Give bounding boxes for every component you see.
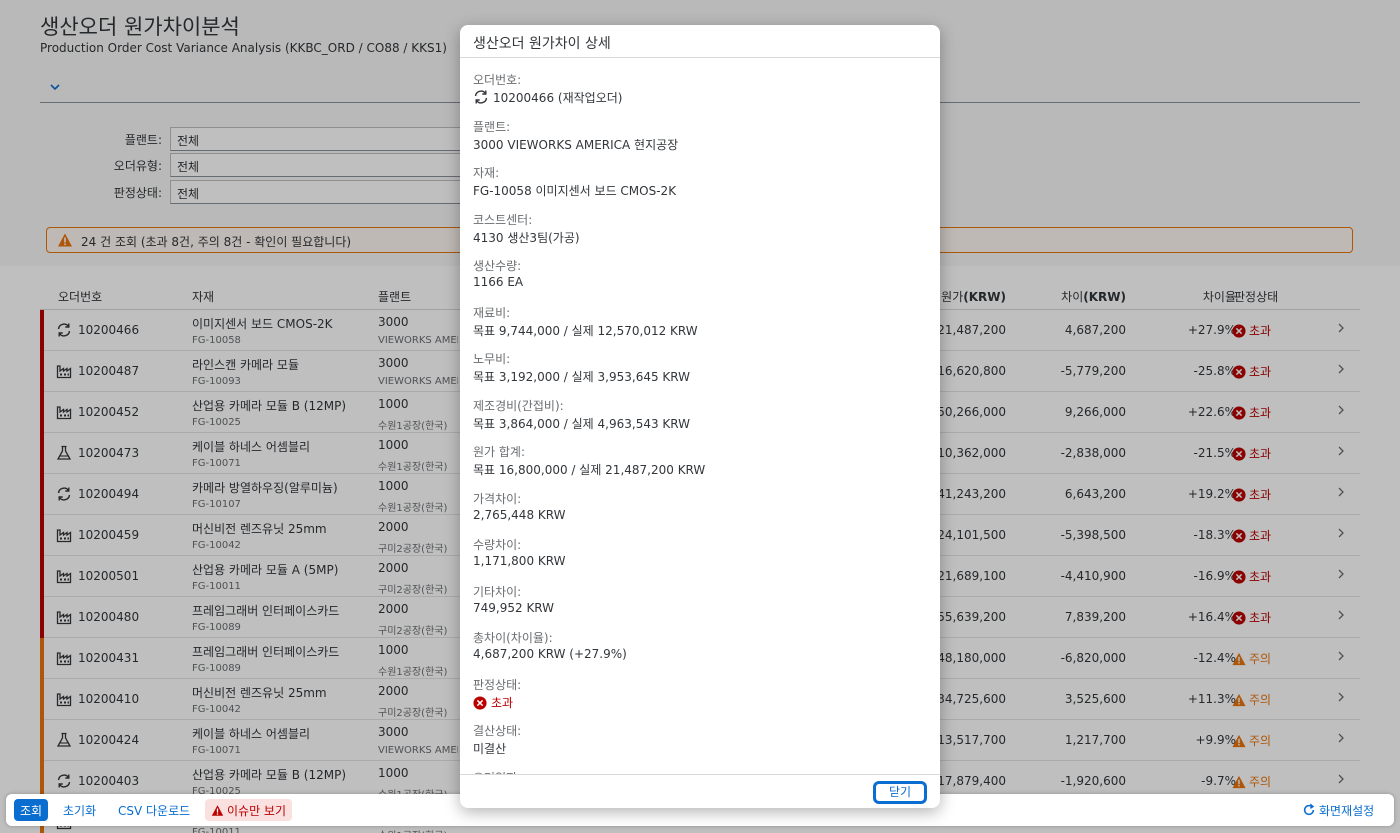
field-label: 원가 합계: xyxy=(473,445,526,459)
field-value-text: 4,687,200 KRW (+27.9%) xyxy=(473,647,627,661)
field-value: 1166 EA xyxy=(473,275,523,289)
field-value: 미결산 xyxy=(473,740,506,757)
dialog-title: 생산오더 원가차이 상세 xyxy=(473,36,611,52)
field-value-text: 10200466 (재작업오더) xyxy=(493,91,623,105)
field-value: 3000 VIEWORKS AMERICA 현지공장 xyxy=(473,136,678,153)
issues-only-button[interactable]: 이슈만 보기 xyxy=(205,799,293,821)
field-label: 플랜트: xyxy=(473,119,511,134)
field-value-text: 미결산 xyxy=(473,742,507,756)
field-value-text: 3000 VIEWORKS AMERICA 현지공장 xyxy=(473,137,679,152)
warning-icon xyxy=(211,805,224,816)
field-value-text: 목표 9,744,000 / 실제 12,570,012 KRW xyxy=(473,323,698,338)
field-value-text: 초과 xyxy=(491,695,514,710)
field-label: 결산상태: xyxy=(473,724,522,738)
error-icon xyxy=(473,695,491,710)
field-value: 4,687,200 KRW (+27.9%) xyxy=(473,647,627,661)
field-value-text: 4130 생산3팀(가공) xyxy=(473,230,580,245)
field-label: 자재: xyxy=(473,166,500,180)
field-value: 4130 생산3팀(가공) xyxy=(473,229,580,246)
close-button[interactable]: 닫기 xyxy=(875,783,925,802)
refresh-icon xyxy=(1303,803,1315,816)
field-label: 기타차이: xyxy=(473,584,522,599)
field-value: 목표 9,744,000 / 실제 12,570,012 KRW xyxy=(473,322,698,339)
reset-layout-label: 화면재설정 xyxy=(1319,804,1375,818)
dialog-content[interactable]: 오더번호: 10200466 (재작업오더) 플랜트: 3000 VIEWORKS A… xyxy=(460,58,940,774)
reset-layout-button[interactable]: 화면재설정 xyxy=(1296,799,1380,821)
csv-download-button[interactable]: CSV 다운로드 xyxy=(112,799,196,821)
field-label: 오더번호: xyxy=(473,73,522,87)
field-label: 제조경비(간접비): xyxy=(473,398,564,413)
field-value-text: 목표 16,800,000 / 실제 21,487,200 KRW xyxy=(473,463,706,477)
field-value-text: 1,171,800 KRW xyxy=(473,554,566,568)
field-label: 노무비: xyxy=(473,352,511,366)
field-label: 코스트센터: xyxy=(473,212,533,227)
field-value: 2,765,448 KRW xyxy=(473,508,565,522)
field-value: 목표 16,800,000 / 실제 21,487,200 KRW xyxy=(473,461,705,478)
reset-button[interactable]: 초기화 xyxy=(57,799,102,821)
field-label: 가격차이: xyxy=(473,491,522,506)
field-label: 총차이(차이율): xyxy=(473,631,553,645)
field-value-text: 749,952 KRW xyxy=(473,600,555,615)
issues-only-label: 이슈만 보기 xyxy=(227,804,287,818)
field-value: 10200466 (재작업오더) xyxy=(473,89,622,106)
rework-icon xyxy=(473,90,493,105)
search-button[interactable]: 조회 xyxy=(14,799,49,821)
field-value-text: 2,765,448 KRW xyxy=(473,507,566,522)
field-value-text: 목표 3,864,000 / 실제 4,963,543 KRW xyxy=(473,416,691,431)
field-value: 1,171,800 KRW xyxy=(473,554,565,568)
dialog-footer-divider xyxy=(460,774,940,775)
field-label: 재료비: xyxy=(473,305,511,320)
field-value: FG-10058 이미지센서 보드 CMOS-2K xyxy=(473,182,676,199)
field-label: 판정상태: xyxy=(473,677,522,692)
field-value-text: 1166 EA xyxy=(473,275,524,289)
field-value: 목표 3,192,000 / 실제 3,953,645 KRW xyxy=(473,368,690,385)
field-value: 749,952 KRW xyxy=(473,601,554,615)
field-label: 생산수량: xyxy=(473,259,522,273)
order-detail-dialog: 생산오더 원가차이 상세 오더번호: 10200466 (재작업오더) 플랜트: 30… xyxy=(460,25,940,808)
field-label: 수량차이: xyxy=(473,538,522,552)
field-value: 목표 3,864,000 / 실제 4,963,543 KRW xyxy=(473,415,690,432)
field-value-text: 목표 3,192,000 / 실제 3,953,645 KRW xyxy=(473,370,691,384)
field-value: 초과 xyxy=(473,694,513,711)
field-value-text: FG-10058 이미지센서 보드 CMOS-2K xyxy=(473,184,677,198)
